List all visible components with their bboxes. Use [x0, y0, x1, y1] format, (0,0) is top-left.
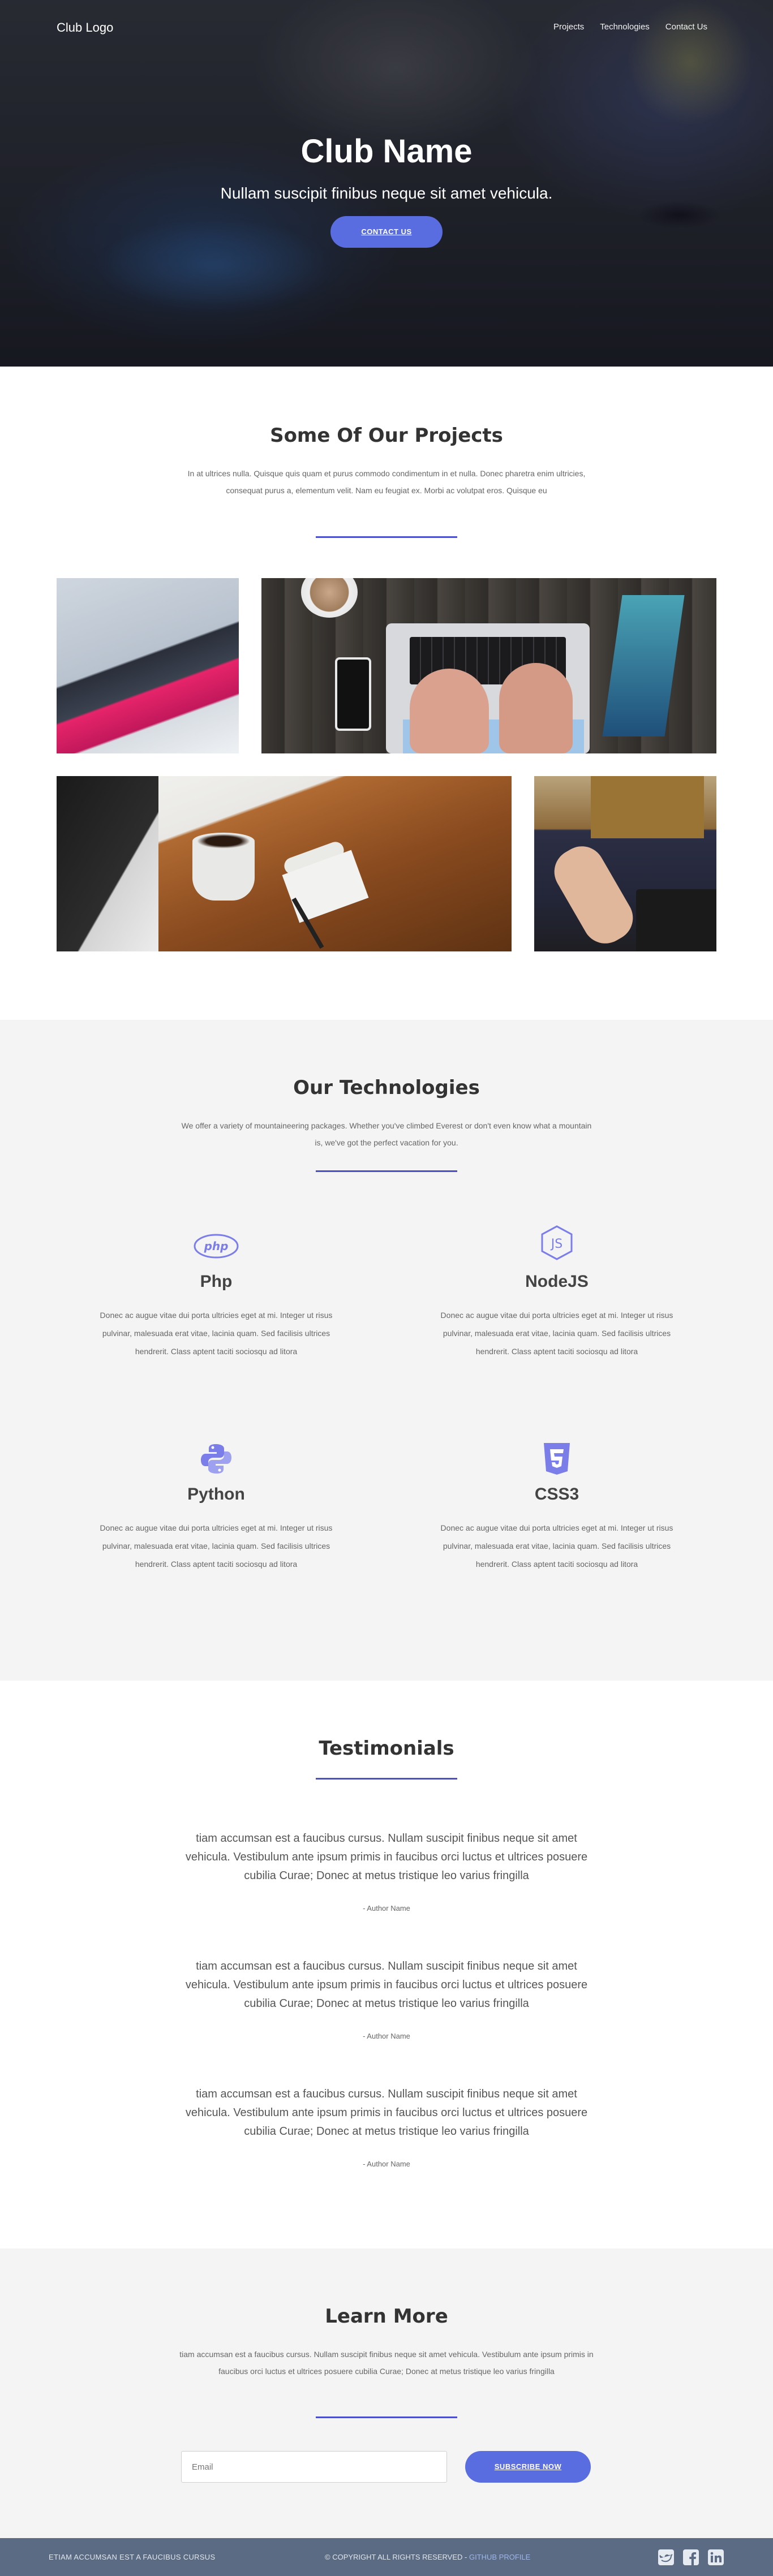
- projects-divider: [316, 536, 457, 538]
- copyright-text: © Copyright All Rights Reserved: [325, 2553, 463, 2561]
- project-image-laptop-typing[interactable]: [261, 578, 716, 753]
- learn-more-section: Learn More tiam accumsan est a faucibus …: [0, 2248, 773, 2538]
- testimonial-quote: tiam accumsan est a faucibus cursus. Nul…: [185, 1960, 588, 2010]
- testimonials-divider: [316, 1778, 457, 1780]
- tech-description: Donec ac augue vitae dui porta ultricies…: [440, 1311, 673, 1356]
- footer: Etiam accumsan est a faucibus cursus © C…: [0, 2538, 773, 2576]
- testimonial-author: - Author Name: [363, 2160, 410, 2168]
- projects-description: In at ultrices nulla. Quisque quis quam …: [187, 469, 586, 495]
- testimonials-title: Testimonials: [319, 1737, 454, 1760]
- learn-more-description: tiam accumsan est a faucibus cursus. Nul…: [179, 2350, 594, 2376]
- footer-separator: -: [462, 2553, 469, 2561]
- project-image-coffee-desk[interactable]: [57, 776, 512, 951]
- testimonials-section: Testimonials tiam accumsan est a faucibu…: [0, 1681, 773, 2248]
- nav-link-projects[interactable]: Projects: [553, 22, 584, 32]
- technologies-divider: [316, 1170, 457, 1172]
- top-nav: Club Logo Projects Technologies Contact …: [0, 0, 773, 57]
- footer-copyright-line: © Copyright All Rights Reserved - Github…: [325, 2553, 530, 2561]
- project-image-person-pen[interactable]: [534, 776, 716, 951]
- tech-name: Php: [200, 1272, 233, 1291]
- contact-us-button[interactable]: Contact Us: [330, 216, 443, 248]
- hero-subtitle: Nullam suscipit finibus neque sit amet v…: [220, 184, 553, 202]
- project-image-building[interactable]: [57, 578, 239, 753]
- email-input[interactable]: [181, 2451, 447, 2483]
- technologies-section: Our Technologies We offer a variety of m…: [0, 1020, 773, 1681]
- tech-name: CSS3: [534, 1485, 579, 1504]
- linkedin-icon[interactable]: [707, 2549, 724, 2566]
- tech-description: Donec ac augue vitae dui porta ultricies…: [100, 1523, 333, 1569]
- css3-icon: [534, 1442, 579, 1476]
- social-icons: [658, 2549, 724, 2566]
- subscribe-button[interactable]: Subscribe Now: [465, 2451, 591, 2483]
- nav-link-contact[interactable]: Contact Us: [665, 22, 707, 32]
- tech-item-css3: CSS3 Donec ac augue vitae dui porta ultr…: [438, 1442, 676, 1612]
- tech-item-php: php Php Donec ac augue vitae dui porta u…: [97, 1229, 335, 1399]
- github-profile-link[interactable]: Github Profile: [469, 2553, 530, 2561]
- php-icon: php: [194, 1229, 239, 1263]
- tech-name: NodeJS: [525, 1272, 589, 1291]
- hero-title: Club Name: [300, 133, 473, 170]
- tech-name: Python: [187, 1485, 245, 1504]
- footer-tagline: Etiam accumsan est a faucibus cursus: [49, 2553, 216, 2561]
- svg-text:php: php: [204, 1239, 229, 1253]
- nodejs-icon: JS: [534, 1225, 579, 1260]
- technologies-description: We offer a variety of mountaineering pac…: [181, 1121, 592, 1147]
- club-logo[interactable]: Club Logo: [57, 20, 113, 35]
- technologies-title: Our Technologies: [293, 1076, 480, 1099]
- facebook-icon[interactable]: [682, 2549, 699, 2566]
- twitter-icon[interactable]: [658, 2549, 675, 2566]
- learn-more-divider: [316, 2416, 457, 2418]
- hero-section: Club Logo Projects Technologies Contact …: [0, 0, 773, 367]
- nav-links: Projects Technologies Contact Us: [553, 22, 707, 32]
- tech-description: Donec ac augue vitae dui porta ultricies…: [440, 1523, 673, 1569]
- testimonial-author: - Author Name: [363, 1904, 410, 1912]
- testimonial-quote: tiam accumsan est a faucibus cursus. Nul…: [185, 1832, 588, 1882]
- python-icon: [194, 1442, 239, 1476]
- tech-item-python: Python Donec ac augue vitae dui porta ul…: [97, 1442, 335, 1612]
- projects-title: Some Of Our Projects: [270, 424, 503, 447]
- svg-text:JS: JS: [550, 1237, 562, 1251]
- learn-more-title: Learn More: [325, 2305, 448, 2328]
- tech-description: Donec ac augue vitae dui porta ultricies…: [100, 1311, 333, 1356]
- testimonial-author: - Author Name: [363, 2032, 410, 2040]
- tech-item-nodejs: JS NodeJS Donec ac augue vitae dui porta…: [438, 1225, 676, 1399]
- testimonial-quote: tiam accumsan est a faucibus cursus. Nul…: [185, 2088, 588, 2138]
- nav-link-technologies[interactable]: Technologies: [600, 22, 650, 32]
